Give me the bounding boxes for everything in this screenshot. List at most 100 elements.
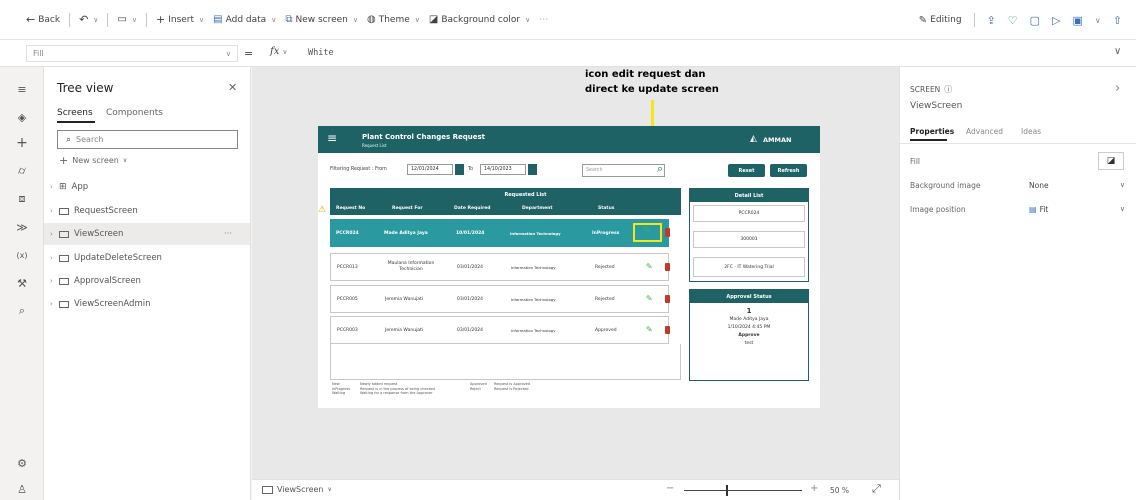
cell-status: InProgress (592, 231, 620, 236)
chevron-right-icon[interactable]: › (1115, 81, 1120, 96)
cell-date: 03/01/2024 (457, 296, 483, 302)
zoom-slider-thumb[interactable] (726, 485, 728, 496)
tree-search-input[interactable]: ⌕ Search (57, 130, 238, 149)
legend-key: Waiting (332, 391, 346, 396)
zoom-slider[interactable] (684, 490, 802, 491)
calendar-icon[interactable] (528, 164, 537, 175)
chevron-down-icon[interactable]: ∨ (1095, 16, 1101, 25)
search-icon[interactable]: ⌕ (657, 162, 663, 176)
tree-item-app[interactable]: › ⊞ App (44, 176, 250, 198)
share-icon[interactable]: ⇪ (987, 14, 996, 27)
screen-selector[interactable]: ViewScreen ∨ (262, 485, 332, 494)
close-icon[interactable]: ✕ (228, 81, 237, 94)
hamburger-menu-icon[interactable]: ≡ (14, 81, 30, 97)
date-to-picker[interactable]: 14/10/2023 (480, 164, 526, 175)
tree-item-viewscreen[interactable]: › ViewScreen ··· (44, 223, 250, 245)
cell-status: Rejected (595, 296, 615, 302)
delete-trash-icon[interactable] (665, 295, 670, 303)
insert-button[interactable]: + Insert ∨ (156, 13, 204, 26)
account-icon[interactable]: ♙ (14, 481, 30, 497)
fullscreen-icon[interactable]: ⤢ (872, 482, 881, 496)
property-dropdown[interactable]: Fill ∨ (26, 45, 238, 62)
editing-button[interactable]: ✎ Editing (919, 15, 962, 26)
edit-pencil-icon[interactable]: ✎ (643, 226, 651, 236)
column-header-row: Request No Request For Date Required Dep… (330, 201, 681, 215)
paste-button[interactable]: ▭ ∨ (117, 14, 137, 25)
new-screen-label: New screen (72, 156, 119, 165)
tab-properties[interactable]: Properties (910, 127, 954, 136)
tab-advanced[interactable]: Advanced (966, 127, 1003, 136)
media-icon[interactable]: ⧈ (14, 191, 30, 207)
edit-pencil-icon[interactable]: ✎ (646, 263, 654, 271)
background-color-button[interactable]: ◪ Background color ∨ (429, 14, 530, 25)
fill-color-picker[interactable]: ◪ (1098, 152, 1124, 170)
zoom-in-icon[interactable]: + (810, 483, 818, 494)
refresh-button[interactable]: Refresh (770, 164, 807, 177)
cell-request-no: PCCR013 (337, 264, 358, 270)
save-icon[interactable]: ▣ (1073, 14, 1083, 27)
comments-icon[interactable]: ▢ (1030, 14, 1040, 27)
tree-item-requestscreen[interactable]: › RequestScreen (44, 200, 250, 222)
back-button[interactable]: ← Back (26, 13, 60, 26)
power-automate-icon[interactable]: ≫ (14, 219, 30, 235)
table-row[interactable]: PCCR003 Jeremia Wanujati 03/01/2024 Info… (330, 316, 670, 344)
settings-gear-icon[interactable]: ⚙ (14, 455, 30, 471)
calendar-icon[interactable] (455, 164, 464, 175)
chevron-down-icon: ∨ (1119, 205, 1125, 213)
cell-department: Information Technology (511, 327, 556, 333)
approval-count: 1 (746, 307, 752, 315)
zoom-out-icon[interactable]: − (666, 483, 674, 494)
screen-icon (59, 207, 69, 215)
tab-components[interactable]: Components (106, 108, 163, 118)
data-cylinder-icon[interactable]: ⌭ (14, 163, 30, 179)
detail-item-text: 300001 (740, 237, 758, 242)
play-icon[interactable]: ▷ (1052, 14, 1060, 27)
expand-formula-icon[interactable]: ∨ (1114, 46, 1121, 57)
date-from-picker[interactable]: 12/01/2024 (407, 164, 453, 175)
list-empty-area (330, 344, 681, 380)
cell-department: Information Technology (510, 231, 561, 236)
help-icon[interactable]: ⓘ (944, 84, 952, 95)
publish-icon[interactable]: ⇧ (1113, 14, 1122, 27)
image-position-dropdown[interactable]: ▤ Fit ∨ (1027, 200, 1127, 218)
fill-label: Fill (910, 157, 921, 166)
search-input[interactable]: Search (582, 164, 665, 177)
background-image-dropdown[interactable]: None ∨ (1027, 176, 1127, 194)
app-screen-preview[interactable]: ≡ Plant Control Changes Request Request … (318, 126, 820, 408)
advanced-tools-icon[interactable]: ⚒ (14, 275, 30, 291)
new-screen-button[interactable]: + New screen ∨ (59, 154, 127, 167)
formula-input[interactable]: White (308, 48, 334, 58)
search-placeholder: Search (586, 168, 603, 173)
fx-button[interactable]: fx ∨ (270, 46, 287, 57)
tree-item-viewscreenadmin[interactable]: › ViewScreenAdmin (44, 293, 250, 315)
search-icon[interactable]: ⌕ (14, 303, 30, 319)
table-row[interactable]: PCCR005 Jeremia Wanujati 03/01/2024 Info… (330, 285, 670, 313)
tab-screens[interactable]: Screens (57, 108, 93, 118)
app-checker-icon[interactable]: ♡ (1008, 14, 1018, 27)
tree-item-approvalscreen[interactable]: › ApprovalScreen (44, 270, 250, 292)
variables-icon[interactable]: (x) (14, 247, 30, 263)
add-data-button[interactable]: ▤ Add data ∨ (213, 14, 276, 25)
table-row-selected[interactable]: PCCR024 Made Aditya Jaya 10/01/2024 Info… (330, 219, 669, 247)
theme-button[interactable]: ◍ Theme ∨ (367, 14, 420, 25)
more-button[interactable]: ⋯ (539, 15, 548, 25)
reset-button[interactable]: Reset (728, 164, 765, 177)
tab-properties-underline (910, 139, 947, 141)
edit-pencil-icon[interactable]: ✎ (646, 326, 654, 334)
more-options-icon[interactable]: ··· (224, 229, 232, 239)
delete-trash-icon[interactable] (665, 228, 670, 237)
hamburger-icon[interactable]: ≡ (327, 132, 337, 144)
insert-plus-icon[interactable]: + (14, 135, 30, 151)
tab-ideas[interactable]: Ideas (1021, 127, 1041, 136)
new-screen-button[interactable]: ⧉ New screen ∨ (285, 14, 358, 25)
table-row[interactable]: PCCR013 Maulana Information Technician 0… (330, 253, 670, 281)
delete-trash-icon[interactable] (665, 263, 670, 271)
tree-item-updatedeletescreen[interactable]: › UpdateDeleteScreen (44, 247, 250, 269)
tree-item-label: ApprovalScreen (74, 276, 141, 286)
delete-trash-icon[interactable] (665, 326, 670, 334)
layers-icon[interactable]: ◈ (14, 109, 30, 125)
undo-button[interactable]: ↶ ∨ (79, 13, 98, 26)
approval-status-panel: Approval Status 1 Made Aditya Jaya 1/10/… (689, 289, 809, 381)
tree-item-label: ViewScreenAdmin (74, 299, 151, 309)
edit-pencil-icon[interactable]: ✎ (646, 295, 654, 303)
